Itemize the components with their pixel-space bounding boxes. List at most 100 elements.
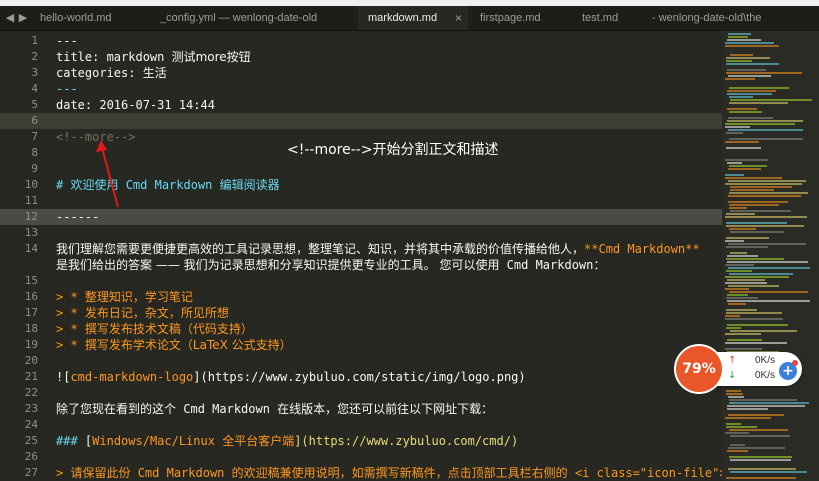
minimap-line <box>726 57 770 59</box>
line-number: 19 <box>24 338 38 351</box>
minimap-line <box>727 279 765 281</box>
minimap-line <box>725 177 782 179</box>
minimap-line <box>730 186 792 188</box>
tab-3[interactable]: firstpage.md <box>470 6 570 30</box>
notification-dot <box>792 360 798 366</box>
code-line[interactable]: 24 <box>0 417 722 433</box>
line-number: 27 <box>24 466 38 479</box>
minimap-line <box>726 213 755 215</box>
minimap-line <box>726 270 752 272</box>
minimap-line <box>725 174 744 176</box>
code-token: ------ <box>56 210 100 224</box>
code-line[interactable]: 1 --- <box>0 33 722 49</box>
minimap-line <box>729 96 753 98</box>
code-line[interactable]: 4 --- <box>0 81 722 97</box>
code-line[interactable]: 12 ------ <box>0 209 722 225</box>
code-line[interactable]: 15 <box>0 273 722 289</box>
code-line[interactable]: 13 <box>0 225 722 241</box>
line-number: 16 <box>24 290 38 303</box>
code-line[interactable]: 19 > * 撰写发布学术论文（LaTeX 公式支持） <box>0 337 722 353</box>
minimap-line <box>725 342 787 344</box>
minimap-line <box>729 291 808 293</box>
line-number: 2 <box>31 50 38 63</box>
line-text: 是我们给出的答案 —— 我们为记录思想和分享知识提供更专业的工具。 您可以使用 … <box>56 257 605 273</box>
line-text: 我们理解您需要更便捷更高效的工具记录思想，整理笔记、知识，并将其中承载的价值传播… <box>56 241 700 257</box>
line-number: 1 <box>31 34 38 47</box>
minimap-line <box>726 309 757 311</box>
minimap-line <box>728 195 801 197</box>
code-line[interactable]: 16 > * 整理知识，学习笔记 <box>0 289 722 305</box>
code-line[interactable]: 25 ### [Windows/Mac/Linux 全平台客户端](https:/… <box>0 433 722 449</box>
code-token: > * <box>56 290 85 304</box>
minimap-line <box>726 147 761 149</box>
code-token: ](https://www.zybuluo.com/cmd/) <box>294 434 519 448</box>
code-line[interactable]: 21 ![cmd-markdown-logo](https://www.zybul… <box>0 369 722 385</box>
code-line[interactable]: 17 > * 发布日记，杂文，所见所想 <box>0 305 722 321</box>
minimap-line <box>727 255 758 257</box>
network-speed-widget[interactable]: 79% ↑ 0K/s ↓ 0K/s + <box>676 346 804 392</box>
minimap-line <box>725 126 750 128</box>
code-line[interactable]: 27 > 请保留此份 Cmd Markdown 的欢迎稿兼使用说明，如需撰写新稿件… <box>0 465 722 481</box>
code-line[interactable]: 11 <box>0 193 722 209</box>
tab-1[interactable]: _config.yml — wenlong-date-old <box>150 6 358 30</box>
code-line[interactable]: 18 > * 撰写发布技术文稿（代码支持） <box>0 321 722 337</box>
minimap-line <box>726 393 743 395</box>
tab-4[interactable]: test.md <box>572 6 642 30</box>
code-token: Windows/Mac/Linux <box>92 434 223 448</box>
code-token: Cmd Markdown <box>176 402 278 416</box>
line-number: 7 <box>31 130 38 143</box>
minimap-line <box>730 54 753 56</box>
editor-pane[interactable]: 1 --- 2 title: markdown 测试more按钮 3 categories… <box>0 31 722 481</box>
minimap-line <box>730 444 745 446</box>
line-number: 9 <box>31 162 38 175</box>
forward-arrow-icon[interactable]: ▶ <box>16 10 30 26</box>
minimap-line <box>727 294 748 296</box>
memory-usage-badge[interactable]: 79% <box>676 346 722 392</box>
code-line[interactable]: 22 <box>0 385 722 401</box>
minimap-line <box>729 207 747 209</box>
minimap-line <box>727 324 788 326</box>
code-line[interactable]: 2 title: markdown 测试more按钮 <box>0 49 722 65</box>
code-line[interactable]: 9 <box>0 161 722 177</box>
tab-label: test.md <box>582 12 619 24</box>
back-arrow-icon[interactable]: ◀ <box>3 10 17 26</box>
minimap-line <box>729 204 779 206</box>
line-number: 18 <box>24 322 38 335</box>
minimap-line <box>728 285 779 287</box>
minimap-line <box>728 468 796 470</box>
minimap-line <box>726 60 752 62</box>
code-line[interactable]: 14 我们理解您需要更便捷更高效的工具记录思想，整理笔记、知识，并将其中承载的价值… <box>0 241 722 257</box>
tab-2[interactable]: markdown.md × <box>358 6 468 30</box>
minimap[interactable] <box>722 31 819 481</box>
code-line[interactable]: 23 除了您现在看到的这个 Cmd Markdown 在线版本，您还可以前往以下网… <box>0 401 722 417</box>
minimap-line <box>727 93 772 95</box>
minimap-line <box>725 78 755 80</box>
line-text: ------ <box>56 209 99 225</box>
code-token: ![ <box>56 370 71 384</box>
minimap-line <box>725 288 749 290</box>
line-number: 15 <box>24 274 38 287</box>
minimap-line <box>730 330 797 332</box>
code-line[interactable]: 5 date: 2016-07-31 14:44 <box>0 97 722 113</box>
code-line[interactable]: 6 <box>0 113 722 129</box>
code-token: 的欢迎稿兼使用说明，如需撰写新稿件，点击顶部工具栏右侧的 <box>231 466 568 480</box>
tab-5[interactable]: - wenlong-date-old\the <box>642 6 819 30</box>
code-line[interactable]: 是我们给出的答案 —— 我们为记录思想和分享知识提供更专业的工具。 您可以使用 … <box>0 257 722 273</box>
tab-0[interactable]: hello-world.md <box>30 6 158 30</box>
minimap-line <box>725 315 740 317</box>
minimap-line <box>729 192 808 194</box>
minimap-line <box>725 417 771 419</box>
close-icon[interactable]: × <box>455 6 462 30</box>
code-line[interactable]: 10 # 欢迎使用 Cmd Markdown 编辑阅读器 <box>0 177 722 193</box>
minimap-line <box>727 162 742 164</box>
download-rate: 0K/s <box>755 370 776 381</box>
minimap-line <box>727 69 766 71</box>
line-number: 5 <box>31 98 38 111</box>
code-line[interactable]: 3 categories: 生活 <box>0 65 722 81</box>
code-line[interactable]: 26 <box>0 449 722 465</box>
minimap-line <box>728 303 746 305</box>
minimap-line <box>725 42 774 44</box>
line-text: > * 整理知识，学习笔记 <box>56 289 193 305</box>
line-number: 14 <box>24 242 38 255</box>
code-line[interactable]: 20 <box>0 353 722 369</box>
